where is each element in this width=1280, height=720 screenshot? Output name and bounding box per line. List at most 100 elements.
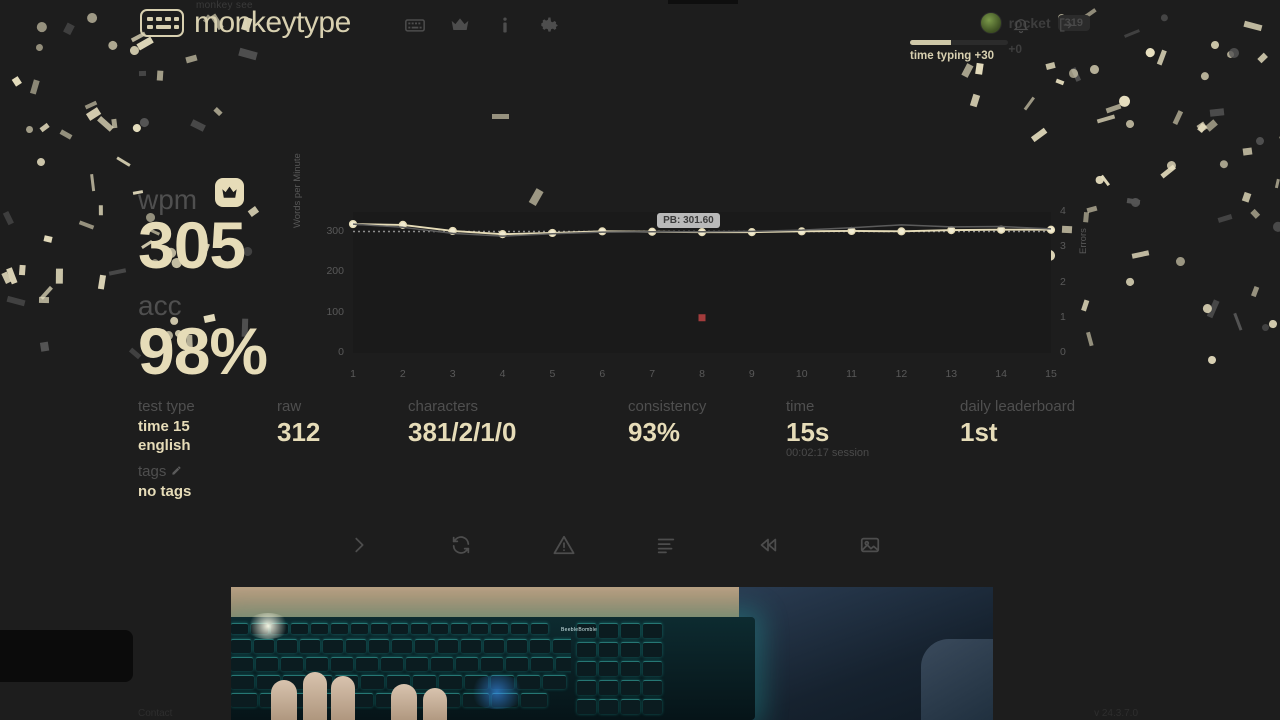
confetti-piece bbox=[157, 71, 164, 82]
keyboard-key bbox=[531, 657, 553, 671]
keyboard-key bbox=[506, 657, 528, 671]
chart-xtick: 8 bbox=[699, 368, 705, 380]
repeat-test-button[interactable] bbox=[444, 528, 478, 562]
xp-label: time typing +30 bbox=[910, 50, 995, 62]
confetti-piece bbox=[1218, 158, 1231, 170]
next-test-button[interactable] bbox=[342, 528, 376, 562]
confetti-piece bbox=[111, 118, 118, 129]
chart-xtick: 4 bbox=[499, 368, 506, 380]
keyboard-key bbox=[381, 657, 403, 671]
keyboard-key bbox=[456, 657, 478, 671]
numpad-key bbox=[621, 680, 640, 695]
monkeytype-results-screen: monkey see monkeytype rocket 319 time ty… bbox=[0, 0, 1280, 720]
stat-label: consistency bbox=[628, 398, 707, 415]
sign-out-icon[interactable] bbox=[1055, 14, 1077, 36]
keyboard-key bbox=[553, 639, 573, 653]
chart-ytick-right: 3 bbox=[1060, 240, 1066, 253]
confetti-piece bbox=[1086, 206, 1097, 214]
right-hand bbox=[391, 684, 417, 720]
chart-point bbox=[797, 227, 806, 236]
left-hand bbox=[271, 680, 297, 720]
confetti-piece bbox=[1207, 299, 1220, 318]
stat-value: time 15 bbox=[138, 417, 190, 435]
confetti-piece bbox=[38, 296, 49, 303]
site-logo[interactable]: monkeytype bbox=[140, 8, 351, 38]
crown-icon[interactable] bbox=[449, 14, 471, 36]
confetti-piece bbox=[138, 115, 151, 129]
gear-icon[interactable] bbox=[539, 14, 561, 36]
stat-label: characters bbox=[408, 398, 479, 415]
save-screenshot-button[interactable] bbox=[853, 528, 887, 562]
confetti-piece bbox=[1217, 214, 1233, 224]
chart-xtick: 1 bbox=[350, 368, 356, 380]
crown-badge-icon bbox=[214, 178, 244, 207]
results-chart: Words per Minute Errors PB: 301.60 0 100 2… bbox=[290, 153, 1089, 380]
footer-version[interactable]: v 24.3.7.0 bbox=[1094, 708, 1138, 719]
chart-point bbox=[598, 227, 607, 236]
confetti-piece bbox=[1172, 110, 1184, 126]
confetti-piece bbox=[1082, 211, 1089, 223]
keyboard-key bbox=[277, 639, 297, 653]
numpad-key bbox=[643, 623, 662, 638]
numpad-key bbox=[643, 642, 662, 657]
info-icon[interactable] bbox=[494, 14, 516, 36]
keyboard-key bbox=[391, 623, 408, 634]
keyboard-key bbox=[231, 639, 251, 653]
footer-contact[interactable]: Contact bbox=[138, 708, 172, 719]
keyboard-key bbox=[323, 639, 343, 653]
keyboard-key bbox=[471, 623, 488, 634]
numpad-key bbox=[599, 623, 618, 638]
keyboard-key bbox=[371, 623, 388, 634]
confetti-piece bbox=[1197, 123, 1207, 134]
keyboard-key bbox=[411, 623, 428, 634]
stat-value: 93% bbox=[628, 416, 681, 447]
top-notch bbox=[668, 0, 738, 4]
keyboard-key bbox=[346, 639, 366, 653]
pencil-edit-icon[interactable] bbox=[171, 463, 182, 475]
confetti-piece bbox=[116, 156, 131, 167]
confetti-piece bbox=[1129, 196, 1142, 209]
chart-xtick: 10 bbox=[795, 368, 808, 380]
stat-sub: 00:02:17 session bbox=[786, 447, 870, 460]
left-hand-2 bbox=[303, 672, 327, 720]
restart-test-button[interactable] bbox=[751, 528, 785, 562]
confetti-piece bbox=[1023, 96, 1036, 111]
confetti-piece bbox=[90, 173, 96, 192]
numpad-key bbox=[621, 623, 640, 638]
numpad-key bbox=[643, 680, 662, 695]
left-hand-3 bbox=[331, 676, 355, 720]
report-quote-button[interactable] bbox=[547, 528, 581, 562]
light-glow bbox=[245, 613, 291, 639]
stat-value-2: english bbox=[138, 437, 191, 455]
confetti-piece bbox=[1209, 108, 1225, 118]
keyboard-key bbox=[451, 623, 468, 634]
keyboard-key bbox=[431, 623, 448, 634]
keyboard-key bbox=[254, 639, 274, 653]
notification-bell-icon[interactable] bbox=[1010, 14, 1032, 36]
keyboard-brand-label: BeebleBomble bbox=[561, 627, 598, 633]
top-navigation-bar: monkey see monkeytype rocket 319 time ty… bbox=[0, 0, 1280, 62]
chart-xtick: 12 bbox=[895, 368, 908, 380]
numpad-key bbox=[599, 661, 618, 676]
practice-words-button[interactable] bbox=[649, 528, 683, 562]
confetti-piece bbox=[1096, 115, 1115, 125]
keyboard-key bbox=[439, 675, 462, 689]
chart-point bbox=[1046, 225, 1056, 234]
keyboard-key bbox=[481, 657, 503, 671]
confetti-piece bbox=[1251, 286, 1260, 298]
keyboard-icon[interactable] bbox=[404, 14, 426, 36]
numpad-key bbox=[599, 699, 618, 714]
confetti-piece bbox=[59, 129, 73, 140]
keyboard-key bbox=[291, 623, 308, 634]
stat-label: raw bbox=[277, 398, 302, 415]
confetti-piece bbox=[1031, 128, 1048, 143]
keyboard-key bbox=[231, 693, 257, 707]
confetti-piece bbox=[85, 107, 102, 121]
confetti-piece bbox=[1207, 355, 1216, 364]
stat-label: tags bbox=[138, 463, 191, 482]
avatar[interactable] bbox=[979, 12, 1002, 34]
keyboard-key bbox=[231, 675, 254, 689]
primary-results: wpm 305 acc 98% bbox=[138, 178, 268, 384]
confetti-piece bbox=[1071, 67, 1082, 83]
keyboard-key bbox=[491, 623, 508, 634]
